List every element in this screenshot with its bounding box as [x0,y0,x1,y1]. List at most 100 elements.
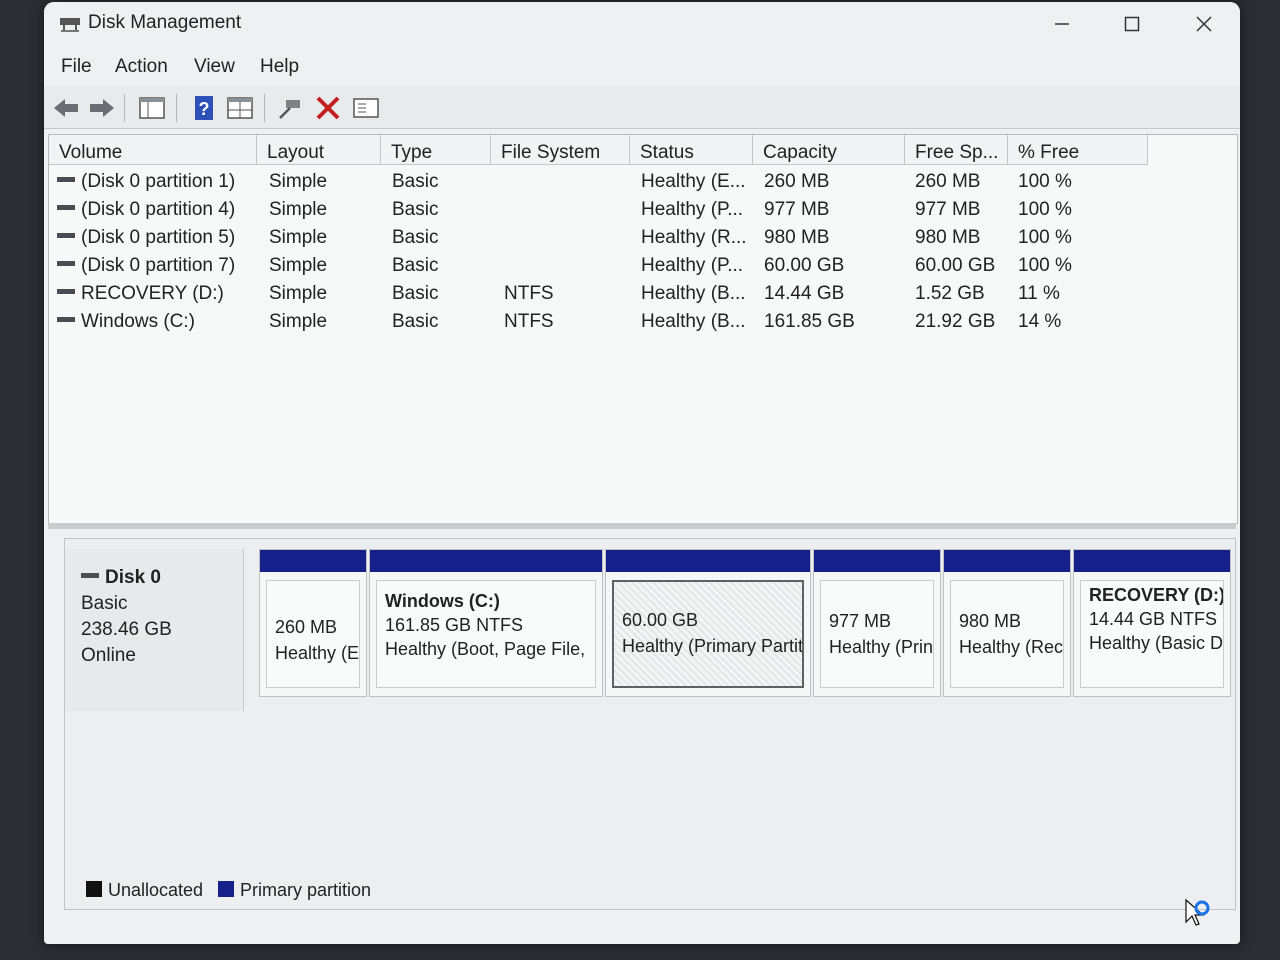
partition-status: Healthy (E [275,643,360,663]
delete-icon[interactable] [314,94,342,122]
menu-bar: File Action View Help [44,50,1240,84]
volume-icon [57,289,75,295]
partition-block[interactable]: 977 MB Healthy (Prin [813,549,941,697]
capacity-cell: 980 MB [764,227,830,248]
type-cell: Basic [392,227,439,248]
volume-row[interactable]: (Disk 0 partition 4) Simple Basic Health… [49,199,1237,227]
status-cell: Healthy (B... [641,311,746,332]
partition-type-bar [944,550,1070,572]
legend-label: Unallocated [108,880,204,900]
back-icon[interactable] [52,94,80,122]
connect-icon[interactable] [276,94,304,122]
maximize-button[interactable] [1110,10,1154,40]
free-space-cell: 977 MB [915,199,981,220]
volume-name: (Disk 0 partition 5) [81,227,236,248]
partition-size: 977 MB [829,611,892,631]
disk-type: Basic [81,593,128,614]
capacity-cell: 60.00 GB [764,255,845,276]
layout-cell: Simple [269,283,328,304]
column-header-status[interactable]: Status [630,135,753,165]
percent-free-cell: 100 % [1018,171,1072,192]
view-icon[interactable] [352,94,380,122]
partition-type-bar [1074,550,1230,572]
volume-name-cell: (Disk 0 partition 1) [57,171,235,193]
type-cell: Basic [392,311,439,332]
status-cell: Healthy (P... [641,255,744,276]
volume-row[interactable]: RECOVERY (D:) Simple Basic NTFS Healthy … [49,283,1237,311]
forward-icon[interactable] [88,94,116,122]
properties-icon[interactable] [226,94,254,122]
volume-name: (Disk 0 partition 7) [81,255,236,276]
partition-block[interactable]: 60.00 GB Healthy (Primary Partit [605,549,811,697]
menu-file[interactable]: File [61,56,92,78]
menu-view[interactable]: View [194,56,235,78]
partition-type-bar [260,550,366,572]
menu-action[interactable]: Action [115,56,168,78]
partition-type-bar [606,550,810,572]
layout-cell: Simple [269,255,328,276]
percent-free-cell: 100 % [1018,255,1072,276]
partition-block[interactable]: RECOVERY (D:) 14.44 GB NTFS Healthy (Bas… [1073,549,1231,697]
column-header-free-space[interactable]: Free Sp... [905,135,1008,165]
minimize-icon [1055,23,1069,25]
legend-label: Primary partition [240,880,372,900]
column-header-capacity[interactable]: Capacity [753,135,905,165]
column-header-file-system[interactable]: File System [491,135,630,165]
type-cell: Basic [392,199,439,220]
window-title: Disk Management [88,12,242,33]
minimize-button[interactable] [1040,10,1084,40]
partition-size: 14.44 GB NTFS [1089,609,1218,629]
disk-map: Disk 0 Basic 238.46 GB Online 260 MB Hea… [64,538,1236,910]
partition-size: 260 MB [275,617,338,637]
disk-info[interactable]: Disk 0 Basic 238.46 GB Online [65,549,244,711]
primary-partition-swatch [218,881,234,898]
volume-row[interactable]: Windows (C:) Simple Basic NTFS Healthy (… [49,311,1237,339]
disk-management-icon [60,18,80,32]
column-header-percent-free[interactable]: % Free [1008,135,1148,165]
type-cell: Basic [392,283,439,304]
partition-block[interactable]: Windows (C:) 161.85 GB NTFS Healthy (Boo… [369,549,603,697]
volume-name: (Disk 0 partition 1) [81,171,236,192]
volume-row[interactable]: (Disk 0 partition 7) Simple Basic Health… [49,255,1237,283]
layout-cell: Simple [269,227,328,248]
pane-splitter[interactable] [48,523,1236,529]
menu-help[interactable]: Help [260,56,299,78]
volume-icon [57,233,75,239]
toolbar-separator [264,94,265,122]
partition-block[interactable]: 260 MB Healthy (E [259,549,367,697]
partition-details: 260 MB Healthy (E [266,580,360,688]
unallocated-swatch [86,881,102,898]
console-tree-icon[interactable] [138,94,166,122]
partition-details: Windows (C:) 161.85 GB NTFS Healthy (Boo… [376,580,596,688]
disk-size: 238.46 GB [81,619,172,640]
help-icon[interactable]: ? [190,94,218,122]
volume-name: (Disk 0 partition 4) [81,199,236,220]
volume-row[interactable]: (Disk 0 partition 1) Simple Basic Health… [49,171,1237,199]
close-icon [1196,16,1212,32]
volume-icon [57,205,75,211]
volume-row[interactable]: (Disk 0 partition 5) Simple Basic Health… [49,227,1237,255]
percent-free-cell: 14 % [1018,311,1062,332]
partition-details: 60.00 GB Healthy (Primary Partit [612,580,804,688]
disk-title: Disk 0 [81,567,161,589]
legend-primary-partition: Primary partition [218,880,371,901]
partition-status: Healthy (Primary Partit [622,636,804,656]
volume-list[interactable]: Volume Layout Type File System Status Ca… [48,134,1238,524]
mouse-cursor-icon [1185,898,1210,926]
volume-icon [57,261,75,267]
status-cell: Healthy (P... [641,199,744,220]
title-bar[interactable]: Disk Management [44,2,1240,46]
volume-name: Windows (C:) [81,311,196,332]
column-header-layout[interactable]: Layout [257,135,381,165]
partition-block[interactable]: 980 MB Healthy (Rec [943,549,1071,697]
volume-name-cell: (Disk 0 partition 5) [57,227,235,249]
partition-status: Healthy (Rec [959,637,1064,657]
disk-icon [81,573,99,579]
column-header-type[interactable]: Type [381,135,491,165]
capacity-cell: 977 MB [764,199,830,220]
close-button[interactable] [1182,10,1226,40]
column-header-volume[interactable]: Volume [49,135,257,165]
volume-name-cell: RECOVERY (D:) [57,283,224,305]
volume-icon [57,177,75,183]
status-cell: Healthy (B... [641,283,746,304]
